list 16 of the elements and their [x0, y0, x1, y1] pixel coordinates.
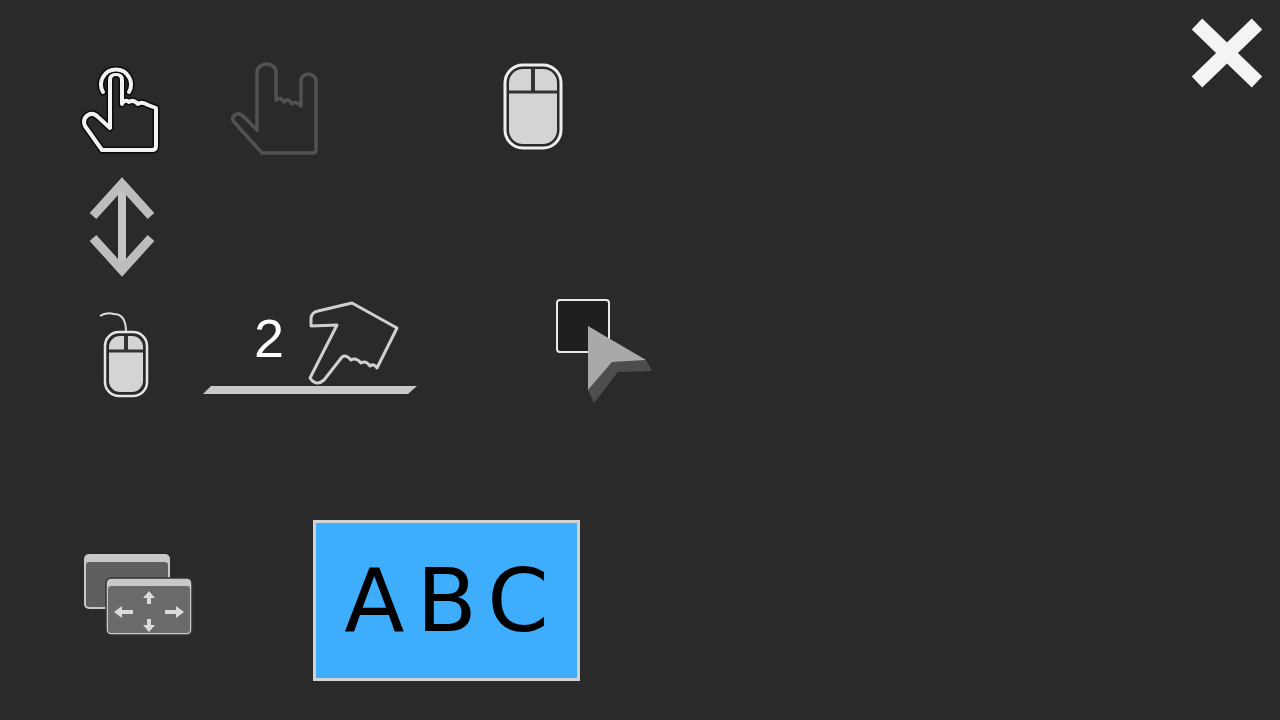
close-button[interactable]: [1189, 18, 1265, 88]
up-down-arrow-icon: [88, 175, 156, 279]
two-finger-tap-button[interactable]: 2: [203, 300, 417, 394]
window-pan-icon: [83, 553, 193, 636]
mouse-icon: [503, 63, 563, 150]
wired-mouse-icon: [98, 310, 150, 398]
close-icon: [1189, 18, 1265, 88]
mouse-mode-button[interactable]: [503, 63, 563, 150]
rock-hand-icon: [228, 60, 320, 157]
keyboard-button[interactable]: ABC: [313, 520, 580, 681]
scroll-button[interactable]: [88, 175, 156, 279]
wired-mouse-button[interactable]: [98, 310, 150, 398]
cursor-over-square-icon: [556, 299, 652, 404]
window-pan-button[interactable]: [83, 553, 193, 636]
tap-surface-icon: [203, 386, 417, 394]
cursor-mode-button[interactable]: [556, 299, 652, 404]
